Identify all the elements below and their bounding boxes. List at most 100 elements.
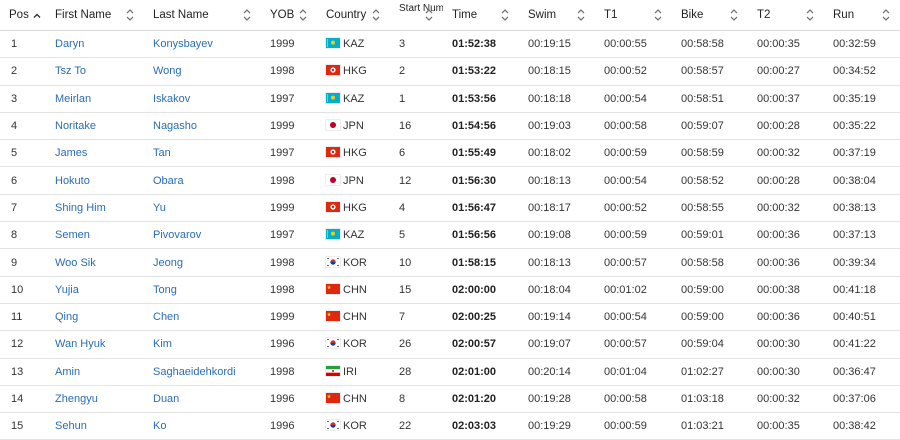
cell-first-name[interactable]: Zhengyu bbox=[46, 385, 144, 414]
cell-first-name[interactable]: Shing Him bbox=[46, 194, 144, 223]
cell-first-name[interactable]: Woo Sik bbox=[46, 248, 144, 277]
kor-flag-icon bbox=[326, 256, 340, 267]
cell-time: 01:52:38 bbox=[443, 30, 519, 59]
cell-last-name[interactable]: Saghaeidehkordi bbox=[144, 358, 261, 386]
table-row[interactable]: 2 Tsz To Wong 1998 HKG 2 01:53:22 00:18:15 00:00… bbox=[0, 57, 900, 86]
sort-ascending-icon[interactable] bbox=[33, 11, 41, 19]
column-header-country[interactable]: Country bbox=[317, 0, 390, 31]
cell-country: KOR bbox=[317, 330, 390, 359]
cell-first-name[interactable]: Sehun bbox=[46, 412, 144, 440]
table-row[interactable]: 9 Woo Sik Jeong 1998 KOR 10 01:58:15 00:18:13 00… bbox=[0, 248, 900, 277]
table-row[interactable]: 13 Amin Saghaeidehkordi 1998 IRI 28 02:01:00 00… bbox=[0, 358, 900, 386]
cell-last-name[interactable]: Wong bbox=[144, 57, 261, 86]
column-header-bike[interactable]: Bike bbox=[672, 0, 748, 31]
cell-t2: 00:00:38 bbox=[748, 276, 824, 304]
cell-start-num: 1 bbox=[390, 85, 443, 113]
cell-bike: 01:02:27 bbox=[672, 358, 748, 386]
cell-last-name[interactable]: Pivovarov bbox=[144, 221, 261, 250]
cell-time: 02:03:03 bbox=[443, 412, 519, 440]
cell-last-name[interactable]: Iskakov bbox=[144, 85, 261, 113]
cell-country: HKG bbox=[317, 139, 390, 168]
kor-flag-icon bbox=[326, 338, 340, 349]
table-row[interactable]: 11 Qing Chen 1999 CHN 7 02:00:25 00:19:14 00:00:… bbox=[0, 303, 900, 332]
table-row[interactable]: 3 Meirlan Iskakov 1997 KAZ 1 01:53:56 00:18:18 0… bbox=[0, 85, 900, 113]
country-code: KOR bbox=[343, 338, 367, 351]
column-header-last-name[interactable]: Last Name bbox=[144, 0, 261, 31]
sort-toggle-icon[interactable] bbox=[499, 7, 511, 23]
cell-pos: 5 bbox=[0, 139, 46, 168]
table-row[interactable]: 5 James Tan 1997 HKG 6 01:55:49 00:18:02 00:00:5… bbox=[0, 139, 900, 168]
cell-run: 00:37:06 bbox=[824, 385, 900, 414]
cell-last-name[interactable]: Tan bbox=[144, 139, 261, 168]
hkg-flag-icon bbox=[326, 65, 340, 76]
cell-first-name[interactable]: Tsz To bbox=[46, 57, 144, 86]
cell-yob: 1997 bbox=[261, 85, 317, 113]
sort-toggle-icon[interactable] bbox=[241, 7, 253, 23]
table-row[interactable]: 15 Sehun Ko 1996 KOR 22 02:03:03 00:19:29 00:00:… bbox=[0, 412, 900, 440]
sort-toggle-icon[interactable] bbox=[297, 7, 309, 23]
sort-toggle-icon[interactable] bbox=[575, 7, 587, 23]
cell-last-name[interactable]: Duan bbox=[144, 385, 261, 414]
cell-first-name[interactable]: Qing bbox=[46, 303, 144, 332]
cell-last-name[interactable]: Tong bbox=[144, 276, 261, 304]
cell-start-num: 7 bbox=[390, 303, 443, 332]
country-code: JPN bbox=[343, 120, 364, 133]
cell-swim: 00:18:13 bbox=[519, 248, 595, 277]
table-row[interactable]: 7 Shing Him Yu 1999 HKG 4 01:56:47 00:18:17 00:0… bbox=[0, 194, 900, 223]
sort-toggle-icon[interactable] bbox=[652, 7, 664, 23]
cell-last-name[interactable]: Yu bbox=[144, 194, 261, 223]
column-header-swim[interactable]: Swim bbox=[519, 0, 595, 31]
cell-first-name[interactable]: Yujia bbox=[46, 276, 144, 304]
cell-first-name[interactable]: James bbox=[46, 139, 144, 168]
column-header-first-name[interactable]: First Name bbox=[46, 0, 144, 31]
cell-last-name[interactable]: Konysbayev bbox=[144, 30, 261, 59]
chn-flag-icon bbox=[326, 311, 340, 322]
column-header-t1[interactable]: T1 bbox=[595, 0, 672, 31]
table-row[interactable]: 14 Zhengyu Duan 1996 CHN 8 02:01:20 00:19:28 00:… bbox=[0, 385, 900, 414]
cell-last-name[interactable]: Jeong bbox=[144, 248, 261, 277]
cell-first-name[interactable]: Wan Hyuk bbox=[46, 330, 144, 359]
cell-first-name[interactable]: Noritake bbox=[46, 112, 144, 141]
cell-first-name[interactable]: Meirlan bbox=[46, 85, 144, 113]
sort-toggle-icon[interactable] bbox=[880, 7, 892, 23]
cell-bike: 00:59:01 bbox=[672, 221, 748, 250]
cell-last-name[interactable]: Kim bbox=[144, 330, 261, 359]
table-row[interactable]: 12 Wan Hyuk Kim 1996 KOR 26 02:00:57 00:19:07 00… bbox=[0, 330, 900, 359]
cell-last-name[interactable]: Nagasho bbox=[144, 112, 261, 141]
cell-time: 02:00:25 bbox=[443, 303, 519, 332]
cell-start-num: 15 bbox=[390, 276, 443, 304]
column-header-yob[interactable]: YOB bbox=[261, 0, 317, 31]
country-code: KAZ bbox=[343, 38, 365, 51]
table-row[interactable]: 10 Yujia Tong 1998 CHN 15 02:00:00 00:18:04 00:0… bbox=[0, 276, 900, 304]
sort-toggle-icon[interactable] bbox=[124, 7, 136, 23]
cell-t2: 00:00:30 bbox=[748, 358, 824, 386]
column-header-start-num[interactable]: Start Num bbox=[390, 0, 443, 31]
column-header-run[interactable]: Run bbox=[824, 0, 900, 31]
column-header-time[interactable]: Time bbox=[443, 0, 519, 31]
cell-last-name[interactable]: Chen bbox=[144, 303, 261, 332]
column-header-label: T1 bbox=[604, 8, 618, 21]
sort-toggle-icon[interactable] bbox=[804, 7, 816, 23]
table-row[interactable]: 1 Daryn Konysbayev 1999 KAZ 3 01:52:38 00:19:15… bbox=[0, 30, 900, 59]
cell-start-num: 2 bbox=[390, 57, 443, 86]
kaz-flag-icon bbox=[326, 92, 340, 103]
country-code: HKG bbox=[343, 65, 367, 78]
cell-first-name[interactable]: Daryn bbox=[46, 30, 144, 59]
cell-last-name[interactable]: Ko bbox=[144, 412, 261, 440]
cell-first-name[interactable]: Hokuto bbox=[46, 166, 144, 195]
cell-start-num: 4 bbox=[390, 194, 443, 223]
sort-toggle-icon[interactable] bbox=[728, 7, 740, 23]
table-row[interactable]: 8 Semen Pivovarov 1997 KAZ 5 01:56:56 00:19:08 0… bbox=[0, 221, 900, 250]
cell-t2: 00:00:28 bbox=[748, 112, 824, 141]
table-row[interactable]: 6 Hokuto Obara 1998 JPN 12 01:56:30 00:18:13 00:… bbox=[0, 166, 900, 195]
sort-toggle-icon[interactable] bbox=[370, 7, 382, 23]
cell-last-name[interactable]: Obara bbox=[144, 166, 261, 195]
column-header-pos[interactable]: Pos bbox=[0, 0, 46, 31]
cell-time: 01:56:47 bbox=[443, 194, 519, 223]
table-row[interactable]: 4 Noritake Nagasho 1999 JPN 16 01:54:56 00:19:0… bbox=[0, 112, 900, 141]
sort-toggle-icon[interactable] bbox=[423, 7, 435, 23]
cell-first-name[interactable]: Semen bbox=[46, 221, 144, 250]
chn-flag-icon bbox=[326, 393, 340, 403]
column-header-t2[interactable]: T2 bbox=[748, 0, 824, 31]
cell-first-name[interactable]: Amin bbox=[46, 358, 144, 386]
